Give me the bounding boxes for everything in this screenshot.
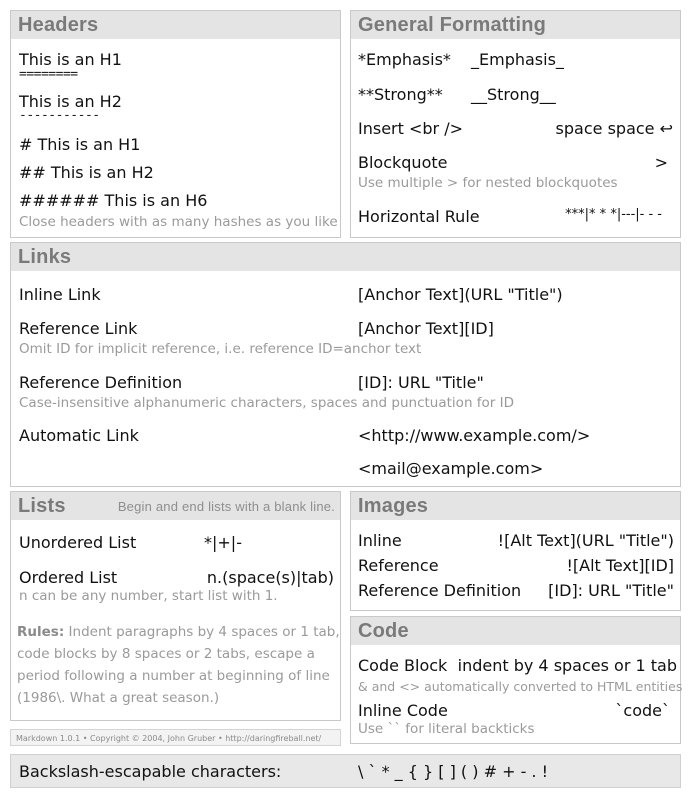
lists-panel: Lists Begin and end lists with a blank l… — [10, 491, 341, 721]
automatic-link-label: Automatic Link — [19, 426, 139, 445]
links-panel: Links Inline Link [Anchor Text](URL "Tit… — [10, 242, 681, 487]
images-panel: Images Inline ![Alt Text](URL "Title") R… — [350, 491, 681, 611]
strong-asterisk: **Strong** — [358, 85, 443, 104]
backslash-bar: Backslash-escapable characters: \ ` * _ … — [10, 754, 681, 788]
ordered-list-syntax: n.(space(s)|tab) — [206, 568, 334, 587]
code-block-syntax: indent by 4 spaces or 1 tab — [457, 656, 677, 675]
inline-code-note: Use `` for literal backticks — [358, 721, 535, 737]
atx-h1: # This is an H1 — [19, 135, 141, 154]
code-panel: Code Code Block indent by 4 spaces or 1 … — [350, 616, 683, 744]
blockquote-symbol: > — [654, 153, 668, 172]
unordered-list-syntax: *|+|- — [204, 533, 242, 552]
inline-link-syntax: [Anchor Text](URL "Title") — [358, 285, 563, 304]
formatting-panel: General Formatting *Emphasis* _Emphasis_… — [350, 10, 681, 238]
code-block-note: & and <> automatically converted to HTML… — [358, 679, 683, 694]
image-inline-syntax: ![Alt Text](URL "Title") — [497, 531, 674, 550]
hr-syntax: ***|* * *|---|- - - — [565, 207, 662, 222]
h2-underline: ----------- — [19, 108, 100, 123]
backslash-chars: \ ` * _ { } [ ] ( ) # + - . ! — [358, 762, 549, 781]
headers-panel: Headers This is an H1 ======== This is a… — [10, 10, 341, 238]
reference-link-note: Omit ID for implicit reference, i.e. ref… — [19, 341, 422, 357]
image-definition-syntax: [ID]: URL "Title" — [548, 581, 674, 600]
lists-title: Lists — [18, 495, 66, 517]
insert-br-label: Insert <br /> — [358, 119, 463, 138]
reference-link-label: Reference Link — [19, 319, 138, 338]
image-definition-label: Reference Definition — [358, 581, 522, 600]
strong-underscore: __Strong__ — [471, 85, 556, 104]
reference-definition-label: Reference Definition — [19, 373, 183, 392]
formatting-title: General Formatting — [351, 11, 680, 39]
image-reference-syntax: ![Alt Text][ID] — [566, 556, 674, 575]
backslash-label: Backslash-escapable characters: — [19, 762, 282, 781]
automatic-link-mail: <mail@example.com> — [358, 459, 544, 478]
emphasis-underscore: _Emphasis_ — [471, 50, 564, 69]
atx-h2: ## This is an H2 — [19, 163, 154, 182]
rules-line-4: (1986\. What a great season.) — [17, 690, 220, 706]
lists-subtitle: Begin and end lists with a blank line. — [117, 499, 335, 514]
rules-line-2: code blocks by 8 spaces or 2 tabs, escap… — [17, 646, 315, 662]
links-title: Links — [11, 243, 680, 271]
emphasis-asterisk: *Emphasis* — [358, 50, 451, 69]
inline-link-label: Inline Link — [19, 285, 101, 304]
inline-code-label: Inline Code — [358, 701, 448, 720]
h1-underline: ======== — [19, 67, 78, 82]
unordered-list-label: Unordered List — [19, 533, 137, 552]
rules-line-3: period following a number at beginning o… — [17, 668, 330, 684]
ordered-list-note: n can be any number, start list with 1. — [19, 588, 278, 604]
image-reference-label: Reference — [358, 556, 439, 575]
blockquote-label: Blockquote — [358, 153, 448, 172]
blockquote-note: Use multiple > for nested blockquotes — [358, 175, 618, 191]
rules-block: Rules: Indent paragraphs by 4 spaces or … — [17, 621, 340, 709]
atx-h6: ###### This is an H6 — [19, 191, 208, 210]
space-space-syntax: space space ↩ — [555, 119, 673, 138]
reference-link-syntax: [Anchor Text][ID] — [358, 319, 494, 338]
rules-line-1: Indent paragraphs by 4 spaces or 1 tab, — [64, 624, 340, 640]
copyright-footer: Markdown 1.0.1 • Copyright © 2004, John … — [10, 729, 341, 746]
headers-note: Close headers with as many hashes as you… — [19, 214, 338, 230]
hr-label: Horizontal Rule — [358, 207, 480, 226]
reference-definition-syntax: [ID]: URL "Title" — [358, 373, 484, 392]
code-block-label: Code Block — [358, 656, 448, 675]
images-title: Images — [351, 492, 680, 520]
image-inline-label: Inline — [358, 531, 402, 550]
ordered-list-label: Ordered List — [19, 568, 118, 587]
automatic-link-url: <http://www.example.com/> — [358, 426, 591, 445]
headers-title: Headers — [11, 11, 340, 39]
code-title: Code — [351, 617, 680, 645]
inline-code-syntax: `code` — [615, 701, 670, 720]
rules-label: Rules: — [17, 624, 65, 640]
lists-header: Lists Begin and end lists with a blank l… — [11, 492, 340, 520]
reference-definition-note: Case-insensitive alphanumeric characters… — [19, 395, 515, 411]
